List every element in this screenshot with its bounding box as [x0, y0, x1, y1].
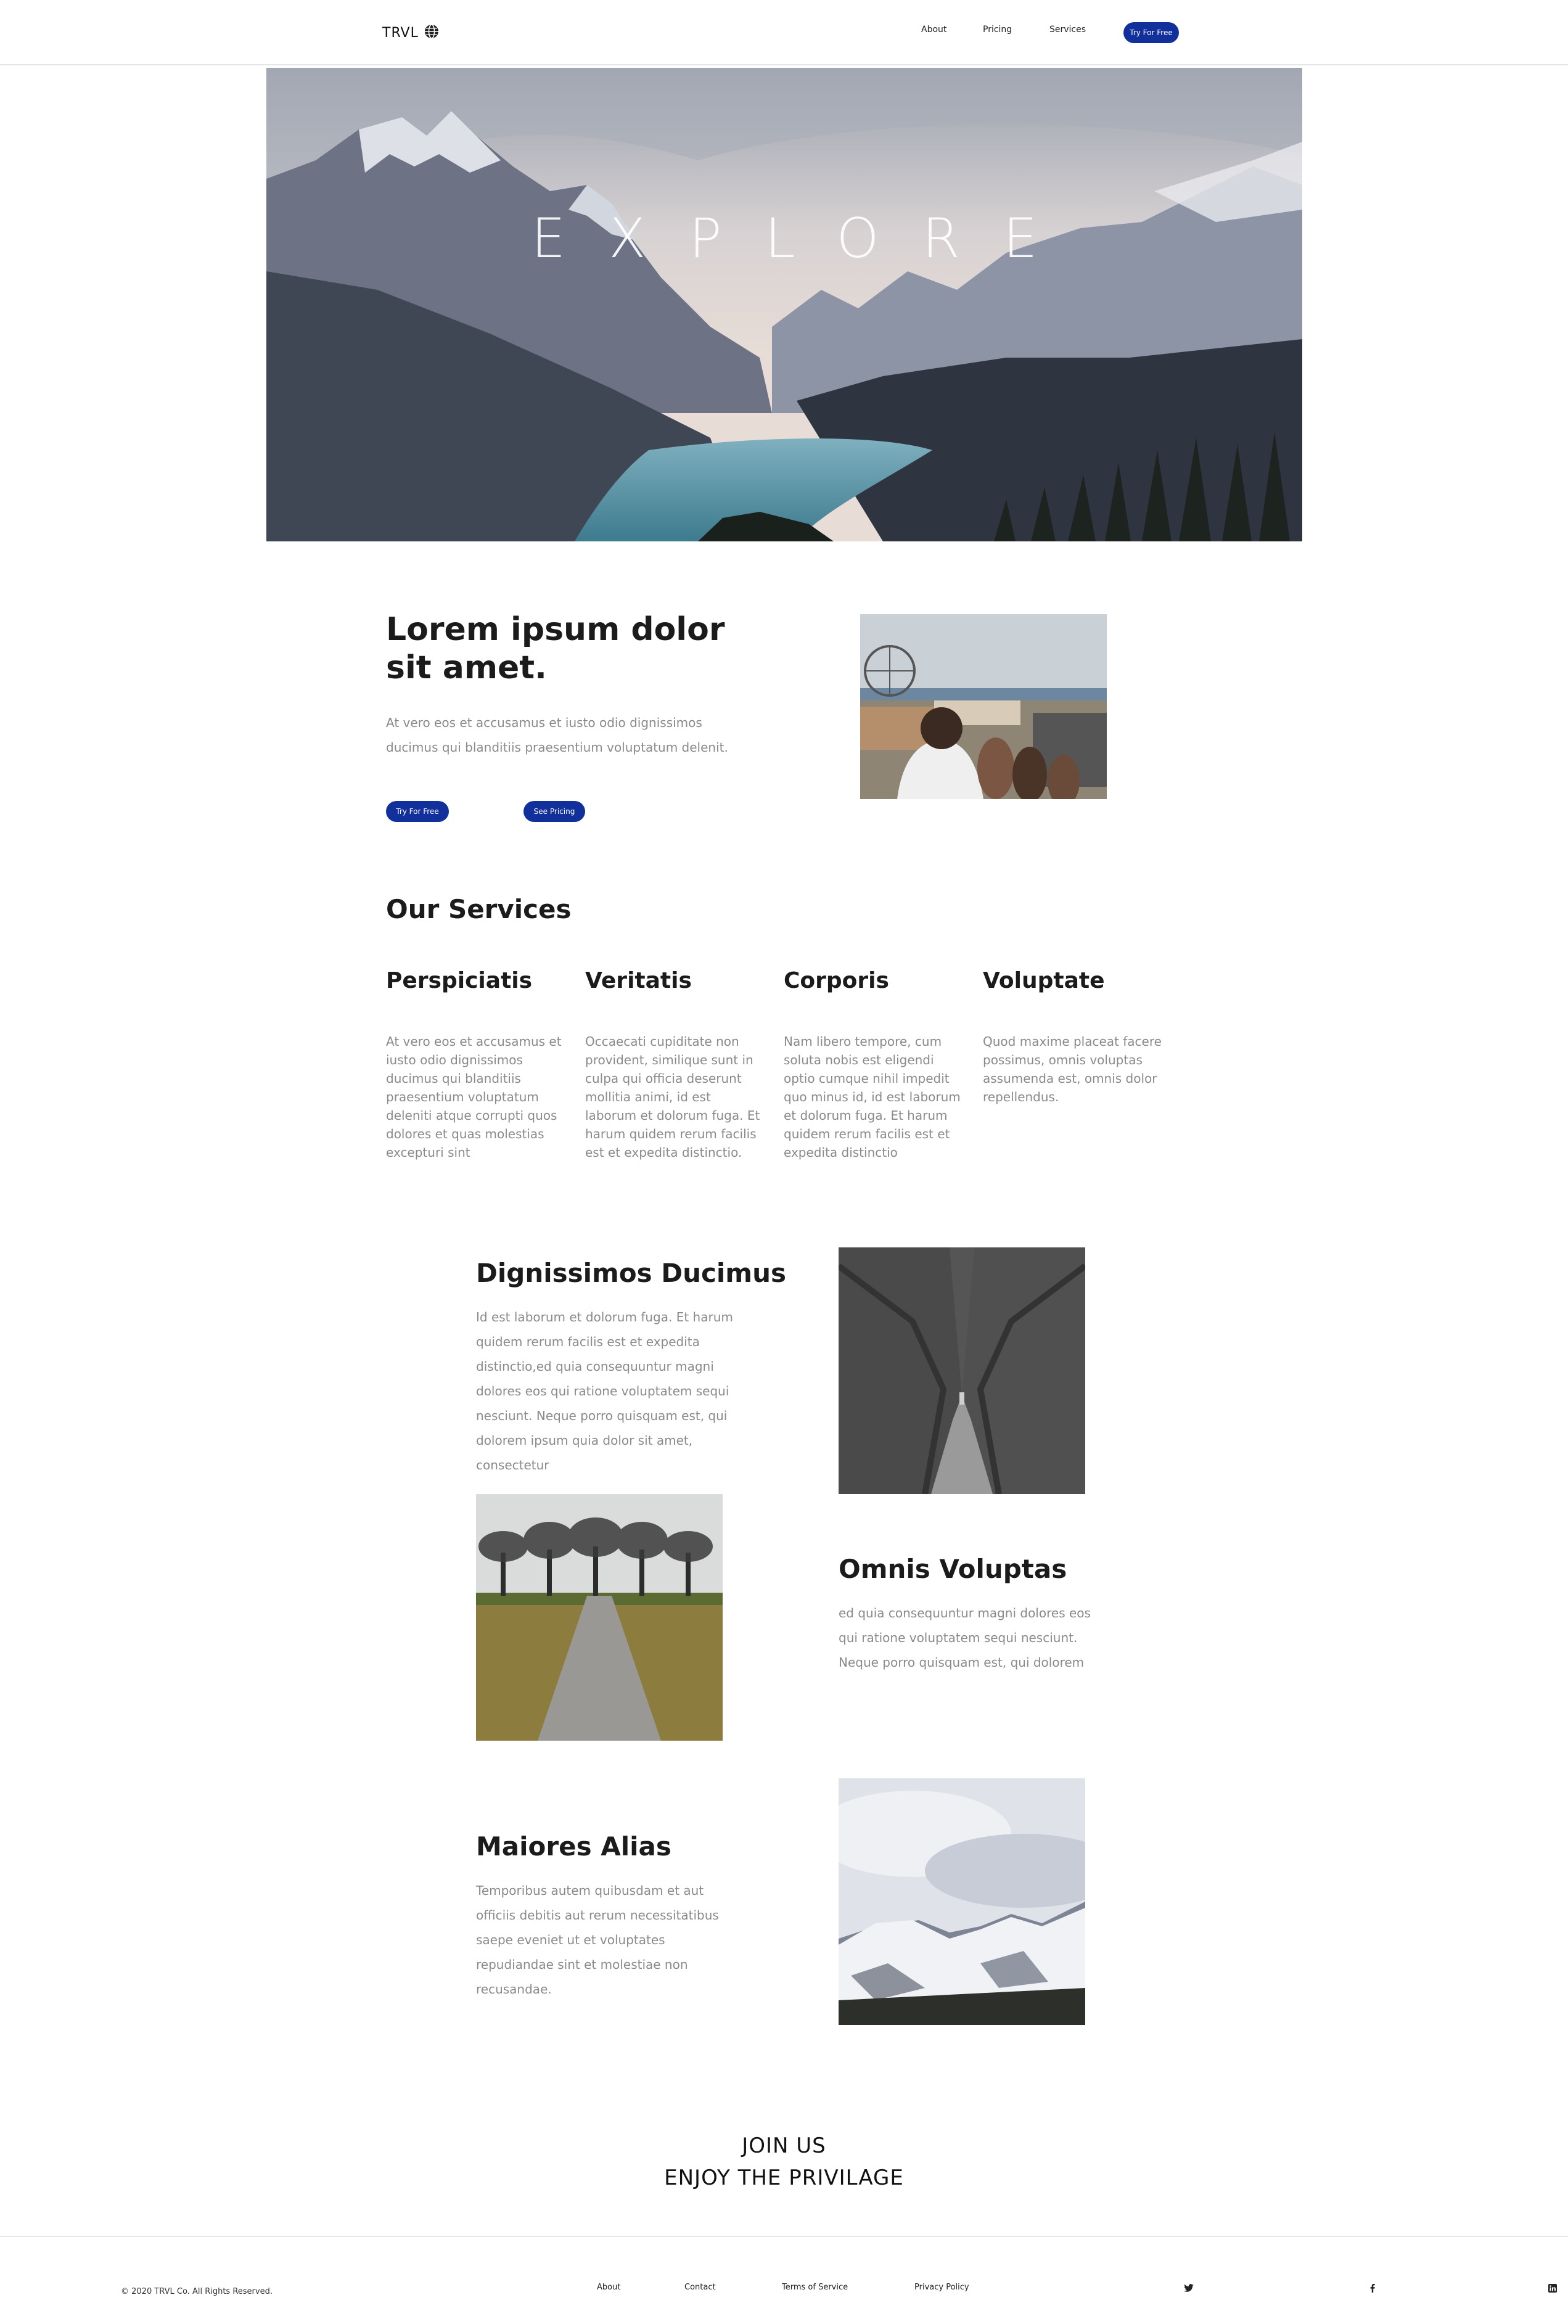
nav-pricing[interactable]: Pricing: [983, 25, 1012, 35]
copyright-text: © 2020 TRVL Co. All Rights Reserved.: [121, 2287, 273, 2296]
try-for-free-button[interactable]: Try For Free: [1123, 22, 1179, 43]
intro-heading: Lorem ipsum dolor sit amet.: [386, 611, 725, 686]
feature-text-dignissimos: Id est laborum et dolorum fuga. Et harum…: [476, 1310, 733, 1472]
services-heading: Our Services: [386, 894, 572, 924]
service-title: Veritatis: [585, 968, 692, 993]
service-title: Corporis: [784, 968, 889, 993]
hero-mountain-image: [266, 68, 1302, 541]
try-for-free-secondary-button[interactable]: Try For Free: [386, 801, 449, 822]
footer-link-terms[interactable]: Terms of Service: [782, 2283, 848, 2292]
tree-lined-road-photo: [839, 1247, 1085, 1494]
see-pricing-button[interactable]: See Pricing: [523, 801, 585, 822]
snowy-mountain-photo: [839, 1778, 1085, 2025]
service-title: Voluptate: [983, 968, 1105, 993]
nav-about[interactable]: About: [921, 25, 946, 35]
linkedin-icon[interactable]: [1546, 2282, 1559, 2294]
hero-title: EXPLORE: [531, 207, 1081, 270]
service-description: Quod maxime placeat facere possimus, omn…: [983, 1034, 1162, 1104]
footer-link-contact[interactable]: Contact: [684, 2283, 716, 2292]
join-us-subheading: ENJOY THE PRIVILAGE: [664, 2166, 904, 2190]
feature-text-omnis: ed quia consequuntur magni dolores eos q…: [839, 1606, 1091, 1670]
join-us-heading: JOIN US: [742, 2133, 826, 2158]
site-header: TRVL About Pricing Services Try For Free: [0, 0, 1568, 65]
feature-text-maiores: Temporibus autem quibusdam et aut offici…: [476, 1883, 719, 1997]
intro-paragraph: At vero eos et accusamus et iusto odio d…: [386, 715, 728, 755]
footer-link-privacy[interactable]: Privacy Policy: [914, 2283, 969, 2292]
hero-banner: EXPLORE: [266, 68, 1302, 541]
service-description: At vero eos et accusamus et iusto odio d…: [386, 1034, 562, 1160]
service-description: Nam libero tempore, cum soluta nobis est…: [784, 1034, 961, 1160]
boardwalk-photo: [860, 614, 1107, 799]
footer-link-about[interactable]: About: [597, 2283, 620, 2292]
main-nav: About Pricing Services: [0, 25, 1568, 42]
feature-title-omnis: Omnis Voluptas: [839, 1554, 1067, 1584]
feature-title-maiores: Maiores Alias: [476, 1831, 671, 1862]
nav-services[interactable]: Services: [1049, 25, 1086, 35]
facebook-icon[interactable]: [1366, 2282, 1379, 2294]
site-footer: [0, 2236, 1568, 2324]
twitter-icon[interactable]: [1183, 2282, 1195, 2294]
service-title: Perspiciatis: [386, 968, 533, 993]
service-description: Occaecati cupiditate non provident, simi…: [585, 1034, 760, 1160]
path-trees-photo: [476, 1494, 723, 1741]
feature-title-dignissimos: Dignissimos Ducimus: [476, 1258, 786, 1288]
